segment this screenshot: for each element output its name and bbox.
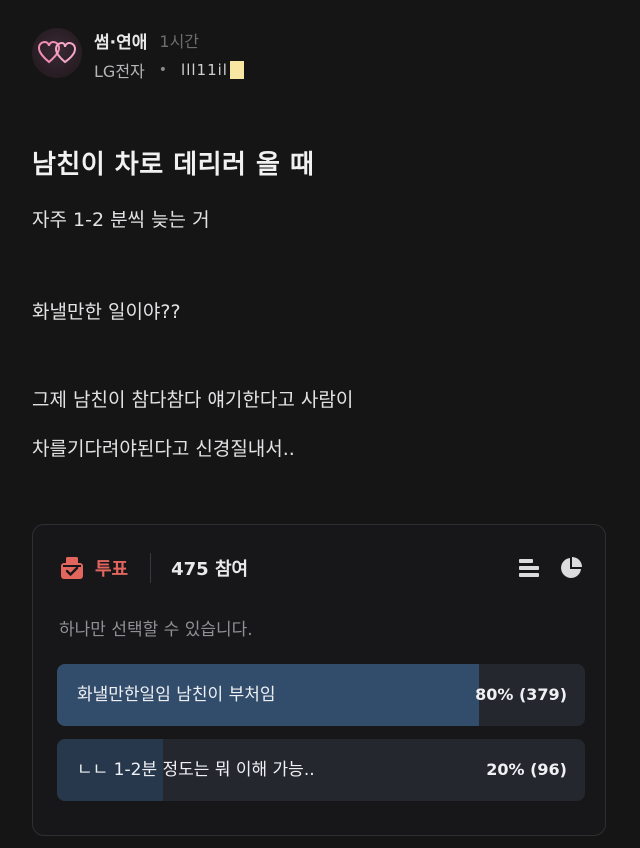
post-body-line: 그제 남친이 참다참다 얘기한다고 사람이 (32, 389, 354, 411)
post-header: 썸·연애 1시간 LG전자 • lll11il (32, 28, 608, 84)
poll-option-result: 80% (379) (475, 685, 567, 704)
poll-hint: 하나만 선택할 수 있습니다. (59, 620, 253, 640)
post-body-line: 화낼만한 일이야?? (32, 301, 181, 323)
bar-list-icon[interactable] (517, 556, 541, 580)
poll-header: 투표 475 참여 (59, 553, 583, 583)
channel-name[interactable]: 썸·연애 (94, 28, 147, 53)
poll-option[interactable]: 화낼만한일임 남친이 부처임 80% (379) (57, 664, 585, 726)
poll-card: 투표 475 참여 하나만 선택할 수 있습니다. 화낼만한일임 남친이 부처임… (32, 524, 606, 836)
poll-option-result: 20% (96) (486, 760, 567, 779)
poll-option-label: ㄴㄴ 1-2분 정도는 뭐 이해 가능.. (77, 760, 315, 780)
pie-chart-icon[interactable] (559, 556, 583, 580)
post-title: 남친이 차로 데리러 올 때 (32, 150, 315, 180)
author-company[interactable]: LG전자 (94, 58, 145, 82)
meta-separator: • (158, 62, 168, 78)
post-time: 1시간 (159, 32, 200, 51)
poll-label: 투표 (95, 559, 129, 580)
ballot-box-icon (61, 557, 83, 579)
avatar[interactable] (32, 28, 82, 78)
poll-participants: 475 참여 (171, 559, 249, 580)
post-body-line: 차를기다려야된다고 신경질내서.. (32, 438, 295, 460)
author-nickname[interactable]: lll11il (181, 61, 244, 79)
divider (150, 553, 152, 583)
poll-option[interactable]: ㄴㄴ 1-2분 정도는 뭐 이해 가능.. 20% (96) (57, 739, 585, 801)
poll-view-toggle (517, 553, 583, 583)
hearts-avatar-icon (38, 40, 77, 64)
post-body-line: 자주 1-2 분씩 늦는 거 (32, 209, 210, 231)
redaction-mark (229, 61, 244, 79)
author-nickname-text: lll11il (181, 61, 228, 79)
poll-option-label: 화낼만한일임 남친이 부처임 (77, 685, 276, 705)
